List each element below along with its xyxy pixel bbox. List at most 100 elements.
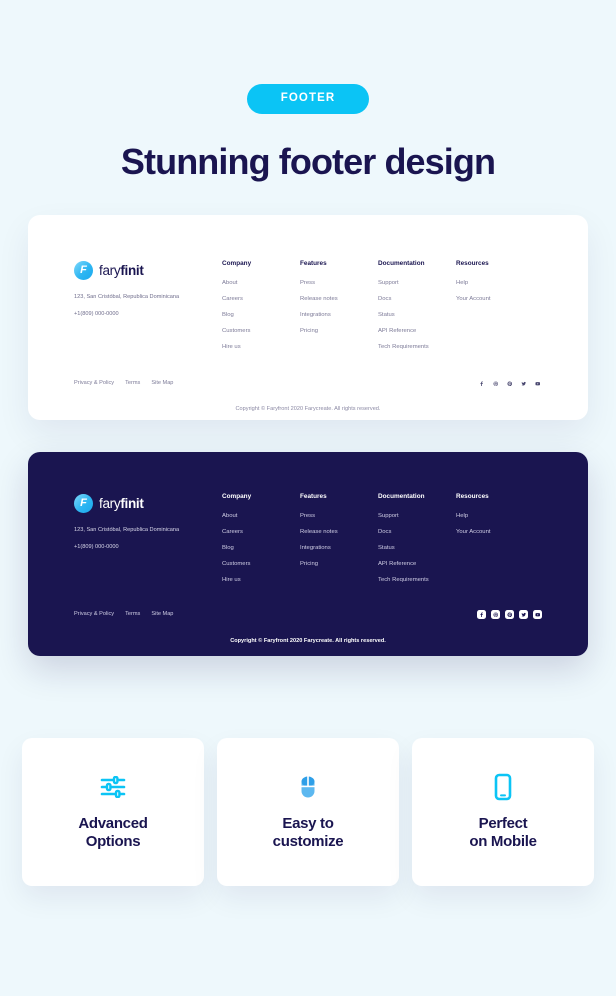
- legal-links: Privacy & Policy Terms Site Map: [74, 380, 173, 387]
- footer-column-company: Company About Careers Blog Customers Hir…: [222, 493, 300, 594]
- footer-link-status[interactable]: Status: [378, 312, 456, 319]
- brand-logo[interactable]: F faryfinit: [74, 261, 204, 280]
- footer-link-support[interactable]: Support: [378, 514, 456, 520]
- footer-link-about[interactable]: About: [222, 281, 300, 287]
- footer-link-docs[interactable]: Docs: [378, 529, 456, 536]
- footer-link-columns: Company About Careers Blog Customers Hir…: [204, 260, 542, 361]
- footer-column-resources: Resources Help Your Account: [456, 260, 542, 361]
- brand-logo[interactable]: F faryfinit: [74, 494, 204, 513]
- footer-link-blog[interactable]: Blog: [222, 312, 300, 319]
- legal-link-site-map[interactable]: Site Map: [151, 611, 173, 618]
- column-title: Features: [300, 260, 327, 267]
- youtube-icon[interactable]: [533, 609, 542, 619]
- footer-link-about[interactable]: About: [222, 514, 300, 520]
- legal-link-privacy[interactable]: Privacy & Policy: [74, 611, 114, 618]
- footer-link-columns: Company About Careers Blog Customers Hir…: [204, 493, 542, 594]
- column-title: Resources: [456, 493, 489, 500]
- footer-link-customers[interactable]: Customers: [222, 561, 300, 568]
- mouse-icon: [298, 773, 318, 801]
- feature-label-line1: Advanced: [78, 814, 148, 832]
- social-links: [477, 379, 542, 388]
- footer-link-press[interactable]: Press: [300, 514, 378, 520]
- section-badge: FOOTER: [246, 84, 370, 114]
- brand-block: F faryfinit 123, San Cristóbal, Republic…: [74, 494, 204, 551]
- brand-mark-icon: F: [74, 494, 93, 513]
- footer-bottom-bar: Privacy & Policy Terms Site Map: [74, 609, 542, 619]
- page-title: Stunning footer design: [120, 140, 496, 182]
- legal-link-privacy[interactable]: Privacy & Policy: [74, 380, 114, 387]
- footer-link-status[interactable]: Status: [378, 545, 456, 552]
- column-title: Documentation: [378, 493, 425, 500]
- footer-preview-light: F faryfinit 123, San Cristóbal, Republic…: [28, 215, 588, 420]
- footer-column-documentation: Documentation Support Docs Status API Re…: [378, 260, 456, 361]
- footer-link-hire-us[interactable]: Hire us: [222, 577, 300, 584]
- footer-link-careers[interactable]: Careers: [222, 296, 300, 303]
- pinterest-icon[interactable]: [505, 609, 514, 619]
- footer-link-tech-requirements[interactable]: Tech Requirements: [378, 344, 456, 351]
- footer-link-api-reference[interactable]: API Reference: [378, 328, 456, 335]
- footer-link-api-reference[interactable]: API Reference: [378, 561, 456, 568]
- footer-link-help[interactable]: Help: [456, 281, 542, 287]
- column-title: Company: [222, 493, 252, 500]
- footer-link-your-account[interactable]: Your Account: [456, 296, 542, 303]
- youtube-icon[interactable]: [533, 379, 542, 388]
- dribbble-icon[interactable]: [491, 379, 500, 388]
- footer-bottom-bar: Privacy & Policy Terms Site Map: [74, 379, 542, 388]
- footer-link-pricing[interactable]: Pricing: [300, 328, 378, 335]
- footer-link-tech-requirements[interactable]: Tech Requirements: [378, 577, 456, 584]
- feature-label-line2: customize: [272, 833, 344, 850]
- sliders-icon: [100, 773, 126, 801]
- footer-link-support[interactable]: Support: [378, 281, 456, 287]
- legal-link-site-map[interactable]: Site Map: [151, 380, 173, 387]
- brand-mark-letter: F: [80, 497, 87, 509]
- brand-name: faryfinit: [99, 497, 144, 511]
- footer-preview-dark: F faryfinit 123, San Cristóbal, Republic…: [28, 452, 588, 656]
- legal-links: Privacy & Policy Terms Site Map: [74, 611, 173, 618]
- feature-label: Advanced Options: [78, 814, 148, 852]
- feature-card-perfect-on-mobile[interactable]: Perfect on Mobile: [412, 738, 594, 886]
- column-title: Documentation: [378, 260, 425, 267]
- brand-address: 123, San Cristóbal, Republica Dominicana: [74, 527, 180, 533]
- page-header: FOOTER Stunning footer design: [0, 0, 616, 181]
- copyright-text: Copyright © Faryfront 2020 Farycreate. A…: [235, 405, 381, 412]
- footer-column-company: Company About Careers Blog Customers Hir…: [222, 260, 300, 361]
- legal-link-terms[interactable]: Terms: [125, 380, 140, 387]
- brand-name-light: fary: [99, 262, 121, 278]
- twitter-icon[interactable]: [519, 609, 528, 619]
- brand-block: F faryfinit 123, San Cristóbal, Republic…: [74, 261, 204, 318]
- facebook-icon[interactable]: [477, 609, 486, 619]
- feature-label-line2: on Mobile: [469, 833, 537, 850]
- feature-label: Easy to customize: [273, 815, 344, 852]
- footer-link-docs[interactable]: Docs: [378, 296, 456, 303]
- footer-link-pricing[interactable]: Pricing: [300, 561, 378, 568]
- footer-link-blog[interactable]: Blog: [222, 545, 300, 552]
- dribbble-icon[interactable]: [491, 609, 500, 619]
- feature-cards: Advanced Options Easy to customize Perfect…: [22, 738, 594, 886]
- social-links: [477, 609, 542, 619]
- feature-card-advanced-options[interactable]: Advanced Options: [22, 738, 204, 886]
- feature-card-easy-to-customize[interactable]: Easy to customize: [217, 738, 399, 886]
- footer-column-documentation: Documentation Support Docs Status API Re…: [378, 493, 456, 594]
- footer-link-release-notes[interactable]: Release notes: [300, 529, 378, 536]
- footer-link-help[interactable]: Help: [456, 514, 542, 520]
- footer-link-integrations[interactable]: Integrations: [300, 545, 378, 552]
- footer-link-press[interactable]: Press: [300, 281, 378, 287]
- footer-top-row: F faryfinit 123, San Cristóbal, Republic…: [74, 260, 542, 361]
- footer-link-release-notes[interactable]: Release notes: [300, 296, 378, 303]
- footer-column-features: Features Press Release notes Integration…: [300, 260, 378, 361]
- footer-link-customers[interactable]: Customers: [222, 328, 300, 335]
- facebook-icon[interactable]: [477, 379, 486, 388]
- footer-inner: F faryfinit 123, San Cristóbal, Republic…: [28, 215, 588, 413]
- brand-phone[interactable]: +1(809) 000-0000: [74, 311, 204, 319]
- footer-link-hire-us[interactable]: Hire us: [222, 344, 300, 351]
- twitter-icon[interactable]: [519, 379, 528, 388]
- footer-link-careers[interactable]: Careers: [222, 529, 300, 536]
- footer-link-your-account[interactable]: Your Account: [456, 529, 542, 536]
- legal-link-terms[interactable]: Terms: [125, 611, 140, 618]
- feature-label-line2: Options: [85, 833, 141, 850]
- brand-phone[interactable]: +1(809) 000-0000: [74, 544, 204, 552]
- footer-link-integrations[interactable]: Integrations: [300, 312, 378, 319]
- pinterest-icon[interactable]: [505, 379, 514, 388]
- copyright-text: Copyright © Faryfront 2020 Farycreate. A…: [230, 637, 386, 644]
- footer-inner: F faryfinit 123, San Cristóbal, Republic…: [28, 452, 588, 645]
